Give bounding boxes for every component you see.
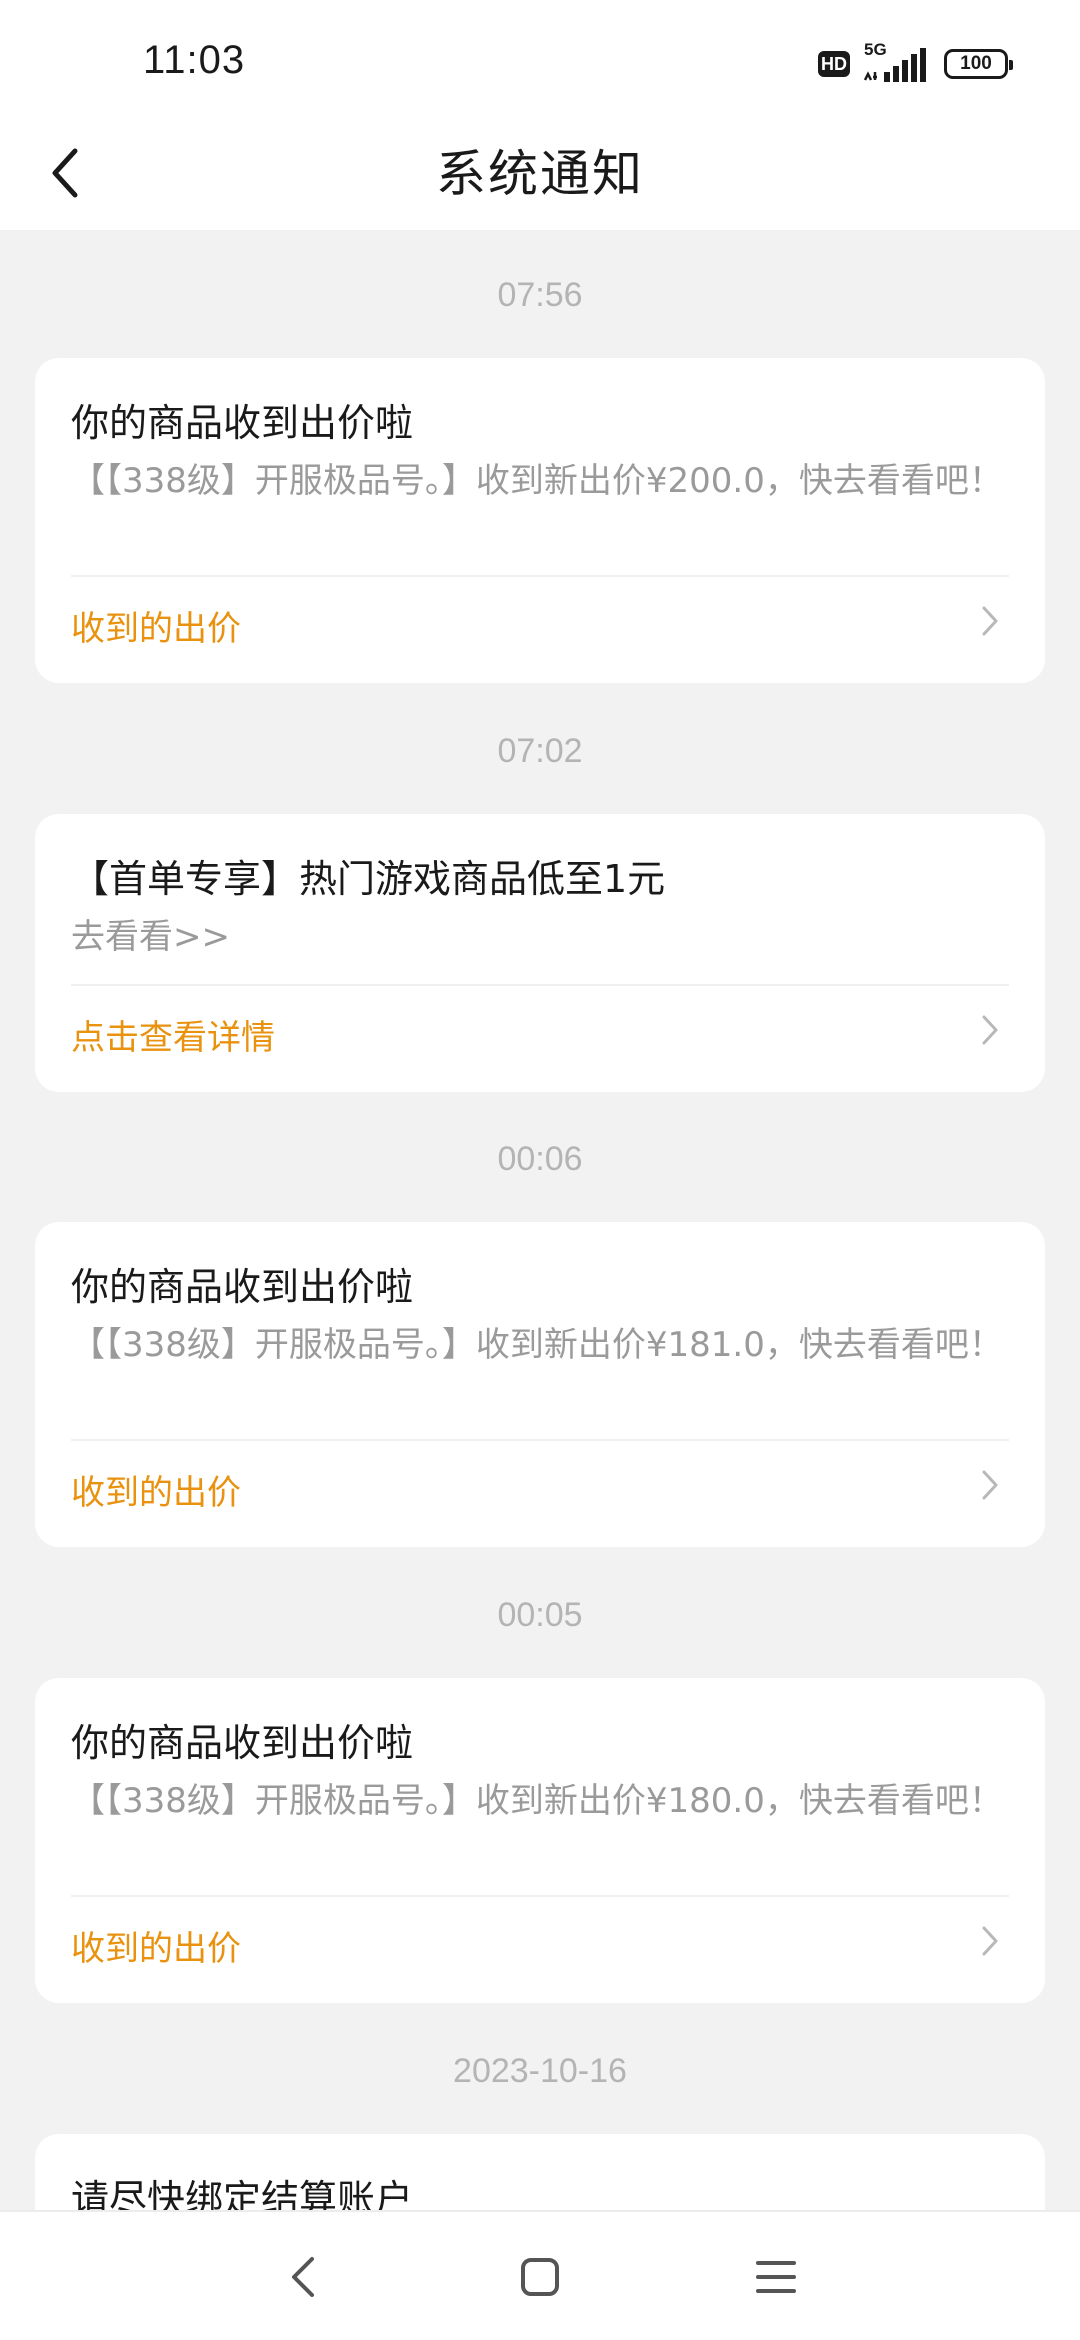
status-time: 11:03 — [143, 38, 246, 82]
notification-title: 你的商品收到出价啦 — [71, 401, 414, 445]
notification-card[interactable]: 你的商品收到出价啦 【【338级】开服极品号。】收到新出价¥180.0，快去看看… — [35, 1678, 1045, 2003]
notification-body: 去看看>> — [71, 917, 230, 957]
view-bids-link[interactable]: 收到的出价 — [71, 601, 241, 650]
notification-title: 【首单专享】热门游戏商品低至1元 — [71, 857, 666, 901]
hd-icon: HD — [818, 51, 850, 77]
page-title: 系统通知 — [436, 145, 644, 203]
status-bar: 11:03 HD 5G 100 — [0, 0, 1080, 120]
notification-title: 你的商品收到出价啦 — [71, 1721, 414, 1765]
signal-icon: 5G — [862, 40, 932, 84]
notification-body: 【【338级】开服极品号。】收到新出价¥181.0，快去看看吧！ — [71, 1325, 1003, 1365]
status-indicators: HD 5G 100 — [818, 40, 1013, 84]
view-bids-link[interactable]: 收到的出价 — [71, 1465, 241, 1514]
notification-body: 【【338级】开服极品号。】收到新出价¥180.0，快去看看吧！ — [71, 1781, 1003, 1821]
hamburger-menu-icon — [756, 2261, 796, 2293]
notification-time: 07:56 — [497, 276, 583, 314]
triangle-back-icon — [292, 2257, 314, 2297]
battery-level: 100 — [960, 53, 992, 74]
chevron-right-icon — [975, 1465, 1005, 1505]
view-bids-link[interactable]: 收到的出价 — [71, 1921, 241, 1970]
notification-card[interactable]: 你的商品收到出价啦 【【338级】开服极品号。】收到新出价¥200.0，快去看看… — [35, 358, 1045, 683]
notification-time: 2023-10-16 — [453, 2052, 627, 2090]
notification-time: 00:05 — [497, 1596, 583, 1634]
card-divider — [71, 1895, 1009, 1897]
notification-title: 你的商品收到出价啦 — [71, 1265, 414, 1309]
square-home-icon — [521, 2258, 559, 2296]
chevron-right-icon — [975, 1921, 1005, 1961]
card-divider — [71, 1439, 1009, 1441]
chevron-right-icon — [975, 1010, 1005, 1050]
view-details-link[interactable]: 点击查看详情 — [71, 1010, 275, 1059]
battery-icon: 100 — [944, 49, 1013, 79]
card-divider — [71, 575, 1009, 577]
notification-body: 【【338级】开服极品号。】收到新出价¥200.0，快去看看吧！ — [71, 461, 1003, 501]
notification-card[interactable]: 你的商品收到出价啦 【【338级】开服极品号。】收到新出价¥181.0，快去看看… — [35, 1222, 1045, 1547]
notification-time: 00:06 — [497, 1140, 583, 1178]
system-nav-bar — [0, 2210, 1080, 2340]
notification-card[interactable]: 【首单专享】热门游戏商品低至1元 去看看>> 点击查看详情 — [35, 814, 1045, 1092]
card-divider — [71, 984, 1009, 986]
system-back-button[interactable] — [268, 2242, 338, 2312]
nav-header: 系统通知 — [0, 120, 1080, 230]
screen: 11:03 HD 5G 100 系统通知 07:56 你的商品收到出价啦 【【3… — [0, 0, 1080, 2340]
system-home-button[interactable] — [505, 2242, 575, 2312]
chevron-right-icon — [975, 601, 1005, 641]
notification-time: 07:02 — [497, 732, 583, 770]
system-menu-button[interactable] — [741, 2242, 811, 2312]
